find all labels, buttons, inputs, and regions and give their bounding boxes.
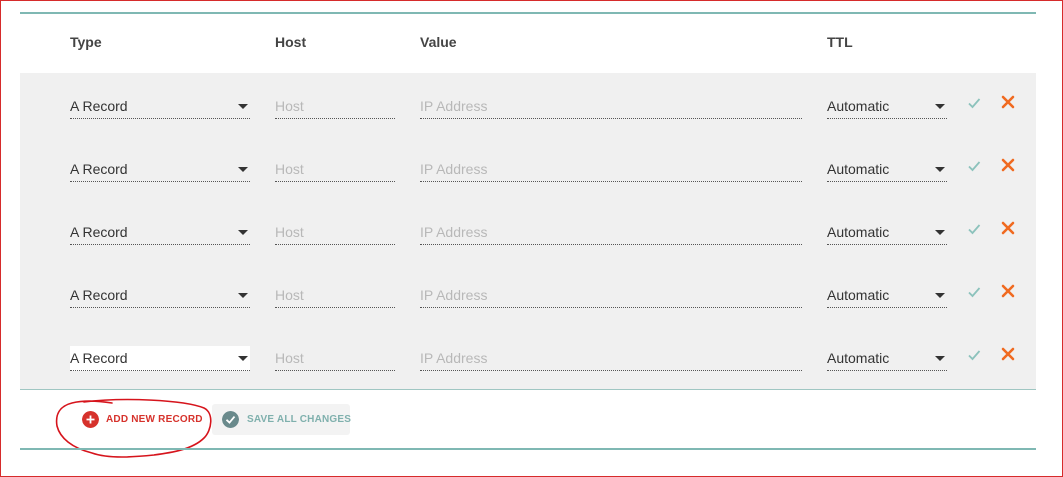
ttl-select[interactable]: Automatic <box>827 94 947 119</box>
type-value: A Record <box>70 287 128 303</box>
host-input[interactable]: Host <box>275 94 395 119</box>
value-placeholder: IP Address <box>420 350 488 366</box>
type-value: A Record <box>70 350 128 366</box>
host-placeholder: Host <box>275 350 304 366</box>
caret-down-icon <box>238 104 248 109</box>
caret-down-icon <box>935 104 945 109</box>
annotation-circle <box>55 398 212 458</box>
table-row: A Record Host IP Address Automatic <box>20 149 1036 199</box>
header-ttl: TTL <box>827 34 853 50</box>
caret-down-icon <box>238 167 248 172</box>
caret-down-icon <box>238 293 248 298</box>
caret-down-icon <box>935 356 945 361</box>
table-row: A Record Host IP Address Automatic <box>20 275 1036 325</box>
value-input[interactable]: IP Address <box>420 157 802 182</box>
header-type: Type <box>70 34 102 50</box>
table-footer-divider <box>20 448 1036 450</box>
type-select[interactable]: A Record <box>70 346 250 371</box>
host-input[interactable]: Host <box>275 220 395 245</box>
ttl-value: Automatic <box>827 350 890 366</box>
ttl-value: Automatic <box>827 161 890 177</box>
value-placeholder: IP Address <box>420 98 488 114</box>
table-row: A Record Host IP Address Automatic <box>20 86 1036 136</box>
records-table-body: A Record Host IP Address Automatic A Rec… <box>20 73 1036 390</box>
close-icon[interactable] <box>1001 347 1015 361</box>
header-host: Host <box>275 34 307 50</box>
host-input[interactable]: Host <box>275 283 395 308</box>
ttl-select[interactable]: Automatic <box>827 157 947 182</box>
check-icon[interactable] <box>967 285 981 299</box>
table-row: A Record Host IP Address Automatic <box>20 338 1036 388</box>
ttl-value: Automatic <box>827 224 890 240</box>
header-value: Value <box>420 34 457 50</box>
value-input[interactable]: IP Address <box>420 346 802 371</box>
host-placeholder: Host <box>275 287 304 303</box>
ttl-select[interactable]: Automatic <box>827 283 947 308</box>
close-icon[interactable] <box>1001 221 1015 235</box>
type-select[interactable]: A Record <box>70 94 250 119</box>
save-all-changes-label: SAVE ALL CHANGES <box>247 414 352 425</box>
type-value: A Record <box>70 224 128 240</box>
value-placeholder: IP Address <box>420 224 488 240</box>
host-placeholder: Host <box>275 224 304 240</box>
table-header: Type Host Value TTL <box>20 12 1036 74</box>
caret-down-icon <box>238 356 248 361</box>
value-input[interactable]: IP Address <box>420 283 802 308</box>
value-placeholder: IP Address <box>420 161 488 177</box>
type-select[interactable]: A Record <box>70 220 250 245</box>
host-placeholder: Host <box>275 98 304 114</box>
type-value: A Record <box>70 98 128 114</box>
value-input[interactable]: IP Address <box>420 94 802 119</box>
host-input[interactable]: Host <box>275 157 395 182</box>
table-row: A Record Host IP Address Automatic <box>20 212 1036 262</box>
close-icon[interactable] <box>1001 95 1015 109</box>
type-select[interactable]: A Record <box>70 157 250 182</box>
check-icon[interactable] <box>967 159 981 173</box>
type-select[interactable]: A Record <box>70 283 250 308</box>
type-value: A Record <box>70 161 128 177</box>
caret-down-icon <box>935 230 945 235</box>
save-all-changes-button[interactable]: SAVE ALL CHANGES <box>212 404 352 435</box>
check-icon[interactable] <box>967 222 981 236</box>
value-input[interactable]: IP Address <box>420 220 802 245</box>
value-placeholder: IP Address <box>420 287 488 303</box>
close-icon[interactable] <box>1001 158 1015 172</box>
check-circle-icon <box>222 411 239 428</box>
close-icon[interactable] <box>1001 284 1015 298</box>
host-input[interactable]: Host <box>275 346 395 371</box>
ttl-value: Automatic <box>827 98 890 114</box>
check-icon[interactable] <box>967 96 981 110</box>
caret-down-icon <box>935 167 945 172</box>
caret-down-icon <box>935 293 945 298</box>
ttl-select[interactable]: Automatic <box>827 346 947 371</box>
caret-down-icon <box>238 230 248 235</box>
host-placeholder: Host <box>275 161 304 177</box>
ttl-select[interactable]: Automatic <box>827 220 947 245</box>
ttl-value: Automatic <box>827 287 890 303</box>
check-icon[interactable] <box>967 348 981 362</box>
